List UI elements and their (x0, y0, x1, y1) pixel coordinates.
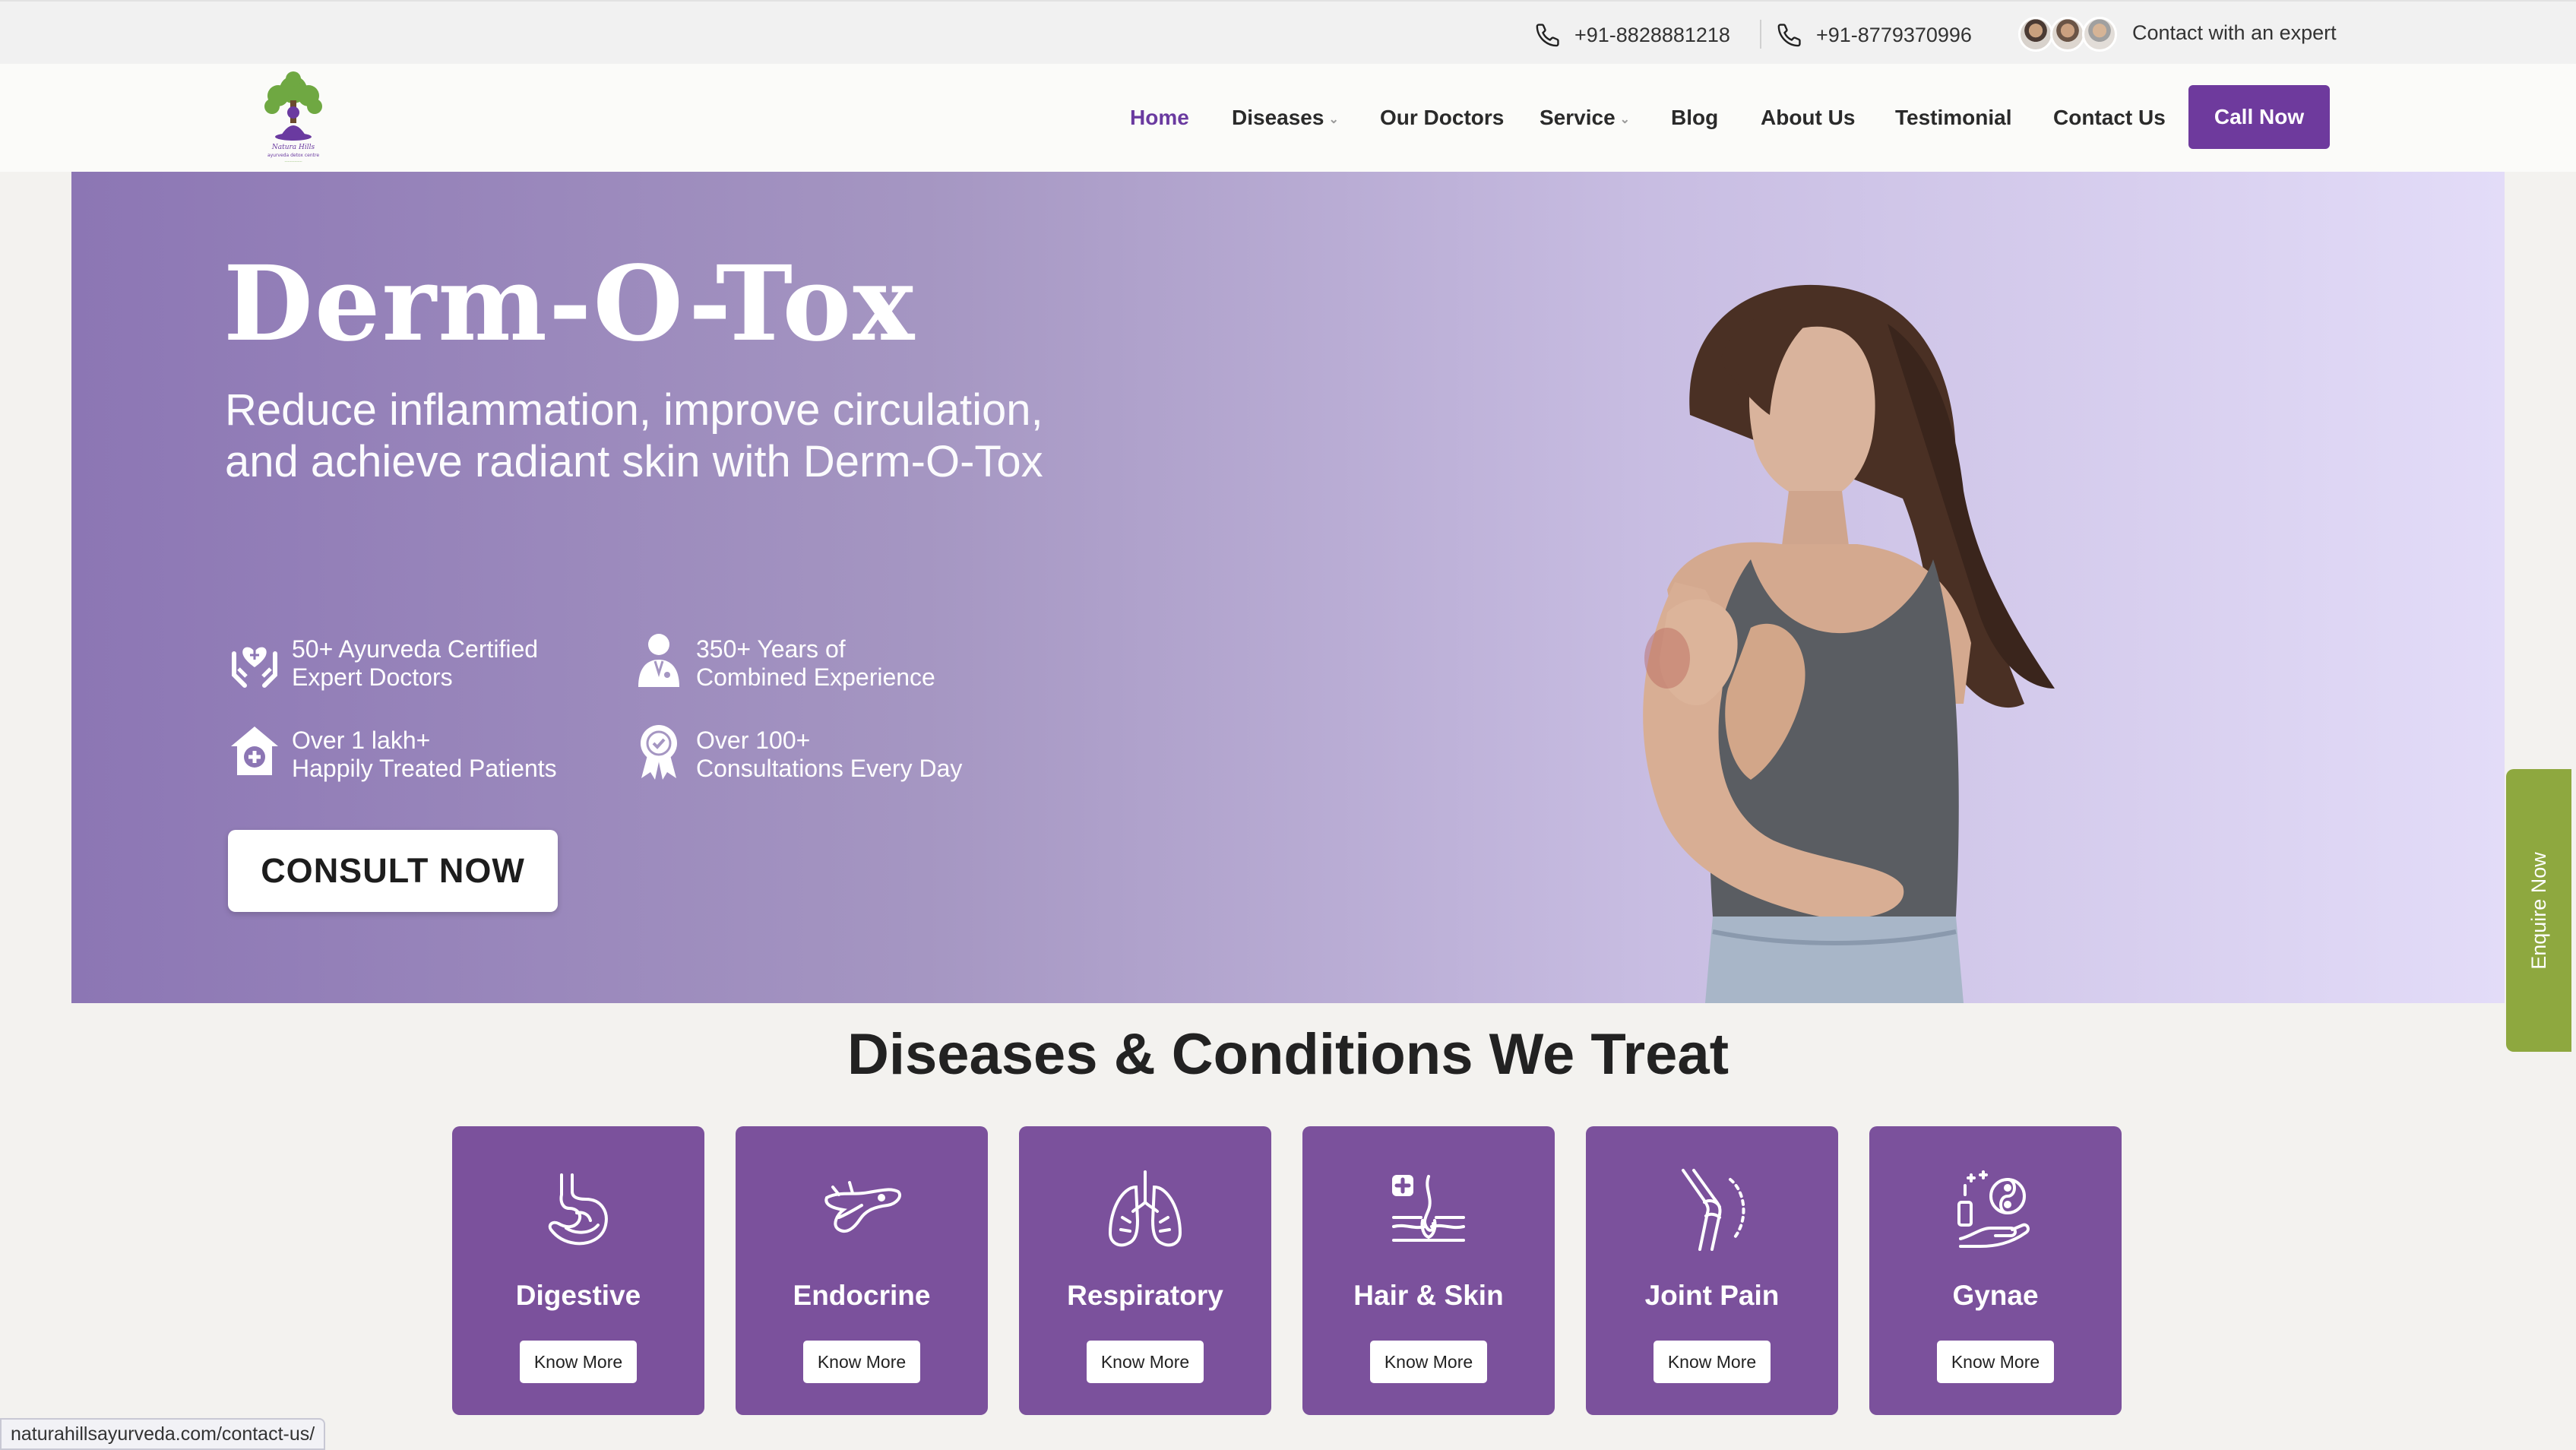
stat-line: Combined Experience (696, 663, 935, 691)
stat-daily-consultations: Over 100+ Consultations Every Day (632, 722, 962, 783)
top-bar: +91-8828881218 +91-8779370996 Contact wi… (0, 0, 2576, 64)
stomach-icon (548, 1173, 608, 1246)
category-card-joint-pain[interactable]: Joint Pain Know More (1586, 1126, 1838, 1415)
category-card-hair-skin[interactable]: Hair & Skin Know More (1302, 1126, 1555, 1415)
know-more-button[interactable]: Know More (1087, 1341, 1204, 1383)
hero-woman-image (1643, 284, 2055, 1003)
knee-joint-icon (1682, 1169, 1745, 1251)
nav-service-label: Service (1540, 106, 1616, 129)
category-card-endocrine[interactable]: Endocrine Know More (736, 1126, 988, 1415)
hero-subtitle-line-1: Reduce inflammation, improve circulation… (225, 385, 1043, 435)
nav-service[interactable]: Service ⌄ (1540, 106, 1630, 130)
enquire-now-tab[interactable]: Enquire Now (2506, 769, 2571, 1052)
stat-line: Over 1 lakh+ (292, 727, 431, 754)
hospital-icon (231, 727, 278, 775)
topbar-divider (1760, 20, 1761, 49)
stat-line: Over 100+ (696, 727, 811, 754)
lungs-icon (1108, 1170, 1182, 1247)
know-more-button[interactable]: Know More (520, 1341, 637, 1383)
section-title: Diseases & Conditions We Treat (847, 1022, 1729, 1087)
hero-subtitle-line-2: and achieve radiant skin with Derm-O-Tox (225, 437, 1043, 486)
call-now-button[interactable]: Call Now (2188, 85, 2330, 149)
stat-line: Happily Treated Patients (292, 755, 557, 782)
category-name: Gynae (1952, 1280, 2039, 1311)
chevron-down-icon: ⌄ (1619, 112, 1631, 126)
svg-text:ayurveda detox centre: ayurveda detox centre (267, 153, 319, 158)
nav-about-us[interactable]: About Us (1761, 106, 1855, 130)
phone-number-2: +91-8779370996 (1816, 23, 1972, 46)
know-more-button[interactable]: Know More (1937, 1341, 2054, 1383)
category-name: Joint Pain (1644, 1280, 1780, 1311)
phone-icon (1777, 24, 1801, 47)
category-card-gynae[interactable]: Gynae Know More (1869, 1126, 2122, 1415)
hands-heart-icon (232, 647, 277, 688)
nav-blog[interactable]: Blog (1671, 106, 1718, 130)
category-card-respiratory[interactable]: Respiratory Know More (1019, 1126, 1271, 1415)
main-navbar: Natura Hills ayurveda detox centre -----… (0, 64, 2576, 172)
svg-text:----------------: ---------------- (284, 160, 302, 163)
consult-now-button[interactable]: CONSULT NOW (228, 830, 558, 912)
nav-our-doctors[interactable]: Our Doctors (1380, 106, 1504, 130)
chevron-down-icon: ⌄ (1328, 112, 1339, 126)
stat-treated-patients: Over 1 lakh+ Happily Treated Patients (228, 722, 557, 783)
category-name: Respiratory (1067, 1280, 1223, 1311)
phone-link-1[interactable]: +91-8828881218 (1535, 20, 1730, 50)
nav-testimonial[interactable]: Testimonial (1895, 106, 2012, 130)
stat-line: Consultations Every Day (696, 755, 963, 782)
stat-combined-experience: 350+ Years of Combined Experience (632, 631, 935, 692)
hero-banner: Derm-O-Tox Reduce inflammation, improve … (71, 172, 2505, 1003)
pancreas-icon (824, 1181, 902, 1233)
avatar (2082, 17, 2117, 52)
stat-line: 350+ Years of (696, 635, 846, 663)
doctor-icon (638, 634, 679, 687)
phone-link-2[interactable]: +91-8779370996 (1777, 20, 1972, 50)
category-name: Digestive (515, 1280, 641, 1311)
category-card-digestive[interactable]: Digestive Know More (452, 1126, 704, 1415)
badge-icon (641, 725, 677, 780)
hero-subtitle: Reduce inflammation, improve circulation… (225, 385, 1289, 488)
category-name: Hair & Skin (1353, 1280, 1504, 1311)
hero-title: Derm-O-Tox (223, 243, 916, 365)
contact-expert-link[interactable]: Contact with an expert (2132, 21, 2337, 45)
hair-follicle-icon (1392, 1175, 1465, 1242)
expert-avatars[interactable] (2018, 17, 2117, 52)
phone-icon (1536, 24, 1559, 47)
nav-home[interactable]: Home (1130, 106, 1189, 130)
gynae-icon (1957, 1170, 2030, 1248)
stat-certified-doctors: 50+ Ayurveda Certified Expert Doctors (228, 631, 538, 692)
know-more-button[interactable]: Know More (1370, 1341, 1487, 1383)
avatar (2050, 17, 2085, 52)
logo[interactable]: Natura Hills ayurveda detox centre -----… (251, 70, 336, 167)
browser-status-url: naturahillsayurveda.com/contact-us/ (0, 1418, 326, 1450)
stat-line: Expert Doctors (292, 663, 453, 691)
enquire-now-label: Enquire Now (2527, 851, 2550, 970)
know-more-button[interactable]: Know More (1654, 1341, 1771, 1383)
category-name: Endocrine (793, 1280, 931, 1311)
stat-line: 50+ Ayurveda Certified (292, 635, 539, 663)
phone-number-1: +91-8828881218 (1574, 23, 1730, 46)
svg-text:Natura Hills: Natura Hills (271, 144, 315, 151)
nav-contact-us[interactable]: Contact Us (2053, 106, 2166, 130)
avatar (2018, 17, 2053, 52)
nav-diseases-label: Diseases (1232, 106, 1324, 129)
know-more-button[interactable]: Know More (803, 1341, 920, 1383)
nav-diseases[interactable]: Diseases ⌄ (1232, 106, 1339, 130)
